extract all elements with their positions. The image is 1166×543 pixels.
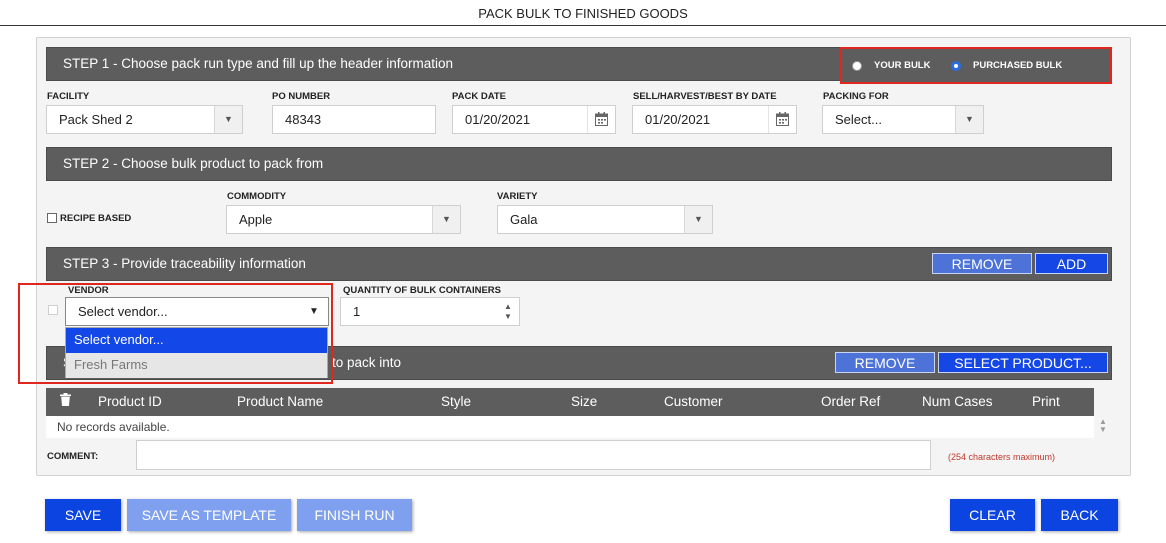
pack-date-input[interactable]: 01/20/2021 (452, 105, 616, 134)
po-number-value: 48343 (285, 112, 322, 127)
step4-title: to pack into (332, 355, 402, 370)
col-product-name[interactable]: Product Name (237, 394, 323, 409)
chevron-down-icon[interactable]: ▼ (432, 206, 460, 233)
pack-date-label: PACK DATE (452, 91, 507, 102)
col-num-cases[interactable]: Num Cases (922, 394, 993, 409)
vendor-option[interactable]: Fresh Farms (66, 353, 327, 378)
col-print[interactable]: Print (1032, 394, 1060, 409)
col-size[interactable]: Size (571, 394, 597, 409)
comment-label: COMMENT: (47, 451, 99, 462)
step3-add-button[interactable]: ADD (1035, 253, 1108, 274)
step1-title: STEP 1 - Choose pack run type and fill u… (63, 56, 453, 71)
purchased-bulk-radio[interactable] (951, 61, 961, 71)
your-bulk-radio[interactable] (852, 61, 862, 71)
quantity-stepper[interactable]: 1 ▲ ▼ (340, 297, 520, 326)
page-title: PACK BULK TO FINISHED GOODS (0, 0, 1166, 26)
products-grid-header: Product ID Product Name Style Size Custo… (46, 388, 1094, 416)
bulk-type-radio-group: YOUR BULK PURCHASED BULK (840, 47, 1112, 84)
col-product-id[interactable]: Product ID (98, 394, 162, 409)
spinner-arrows-icon[interactable]: ▲ ▼ (501, 302, 515, 324)
col-style[interactable]: Style (441, 394, 471, 409)
step3-remove-button[interactable]: REMOVE (932, 253, 1032, 274)
vendor-option[interactable]: Select vendor... (66, 328, 327, 353)
commodity-value: Apple (239, 212, 273, 227)
save-as-template-button[interactable]: SAVE AS TEMPLATE (127, 499, 291, 531)
calendar-icon[interactable] (768, 106, 796, 133)
packing-for-value: Select... (835, 112, 882, 127)
recipe-based-checkbox[interactable] (47, 213, 57, 223)
recipe-based-label[interactable]: RECIPE BASED (60, 213, 131, 224)
packing-for-select[interactable]: Select... ▼ (822, 105, 984, 134)
sell-date-value: 01/20/2021 (645, 112, 711, 127)
packing-for-label: PACKING FOR (823, 91, 889, 102)
calendar-icon[interactable] (587, 106, 615, 133)
vendor-dropdown-list: Select vendor... Fresh Farms (65, 327, 328, 378)
products-grid-body: No records available. (46, 416, 1094, 438)
select-product-button[interactable]: SELECT PRODUCT... (938, 352, 1108, 373)
chevron-down-icon[interactable]: ▼ (955, 106, 983, 133)
comment-input[interactable] (136, 440, 931, 470)
pack-date-value: 01/20/2021 (465, 112, 531, 127)
trash-icon[interactable] (60, 393, 71, 409)
purchased-bulk-label[interactable]: PURCHASED BULK (973, 60, 1062, 71)
quantity-value: 1 (353, 304, 361, 319)
po-number-input[interactable]: 48343 (272, 105, 436, 134)
commodity-label: COMMODITY (227, 191, 287, 202)
col-order-ref[interactable]: Order Ref (821, 394, 880, 409)
step2-header: STEP 2 - Choose bulk product to pack fro… (46, 147, 1112, 181)
sell-date-input[interactable]: 01/20/2021 (632, 105, 797, 134)
save-button[interactable]: SAVE (45, 499, 121, 531)
comment-hint: (254 characters maximum) (948, 452, 1056, 462)
your-bulk-label[interactable]: YOUR BULK (874, 60, 930, 71)
step4-remove-button[interactable]: REMOVE (835, 352, 935, 373)
empty-grid-message: No records available. (57, 420, 170, 434)
variety-value: Gala (510, 212, 538, 227)
step2-title: STEP 2 - Choose bulk product to pack fro… (63, 156, 324, 171)
sell-date-label: SELL/HARVEST/BEST BY DATE (633, 91, 777, 102)
commodity-select[interactable]: Apple ▼ (226, 205, 461, 234)
facility-select[interactable]: Pack Shed 2 ▼ (46, 105, 243, 134)
step3-title: STEP 3 - Provide traceability informatio… (63, 256, 306, 271)
facility-label: FACILITY (47, 91, 90, 102)
po-number-label: PO NUMBER (272, 91, 331, 102)
col-customer[interactable]: Customer (664, 394, 723, 409)
back-button[interactable]: BACK (1041, 499, 1118, 531)
variety-label: VARIETY (497, 191, 538, 202)
variety-select[interactable]: Gala ▼ (497, 205, 713, 234)
clear-button[interactable]: CLEAR (950, 499, 1035, 531)
quantity-label: QUANTITY OF BULK CONTAINERS (343, 285, 501, 296)
chevron-down-icon[interactable]: ▼ (214, 106, 242, 133)
grid-scrollbar[interactable]: ▲ ▼ (1096, 418, 1110, 436)
facility-value: Pack Shed 2 (59, 112, 133, 127)
chevron-down-icon[interactable]: ▼ (684, 206, 712, 233)
finish-run-button[interactable]: FINISH RUN (297, 499, 412, 531)
